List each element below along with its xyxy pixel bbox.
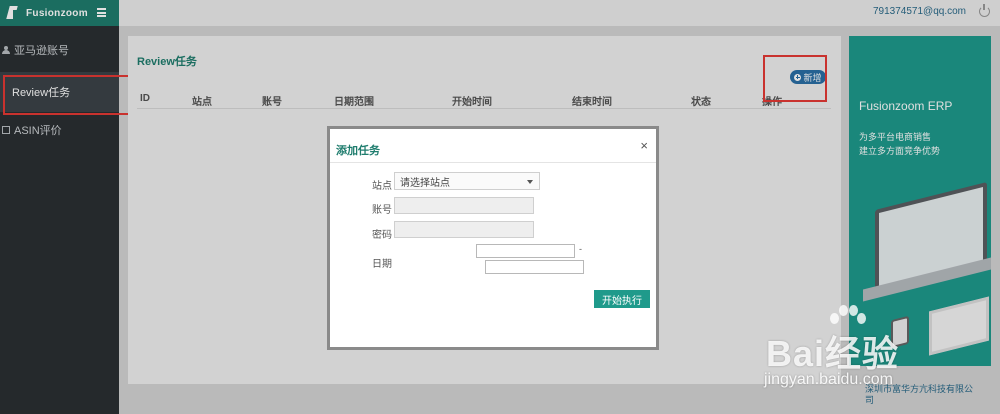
chevron-down-icon	[527, 180, 533, 184]
site-select-value: 请选择站点	[400, 177, 450, 189]
account-input[interactable]	[394, 197, 534, 214]
date-label: 日期	[372, 259, 392, 270]
site-label: 站点	[372, 181, 392, 192]
password-label: 密码	[372, 230, 392, 241]
date-separator: -	[579, 244, 582, 254]
site-select[interactable]: 请选择站点	[394, 172, 540, 190]
close-icon[interactable]: ×	[640, 138, 648, 153]
account-label: 账号	[372, 205, 392, 216]
add-task-dialog: 添加任务 × 站点 请选择站点 账号 密码 日期 - 开始执行	[327, 126, 659, 350]
dialog-title: 添加任务	[336, 145, 380, 157]
date-start-input[interactable]	[476, 244, 575, 258]
dialog-header-divider	[330, 162, 656, 163]
start-execution-button[interactable]: 开始执行	[594, 290, 650, 308]
password-input[interactable]	[394, 221, 534, 238]
date-end-input[interactable]	[485, 260, 584, 274]
